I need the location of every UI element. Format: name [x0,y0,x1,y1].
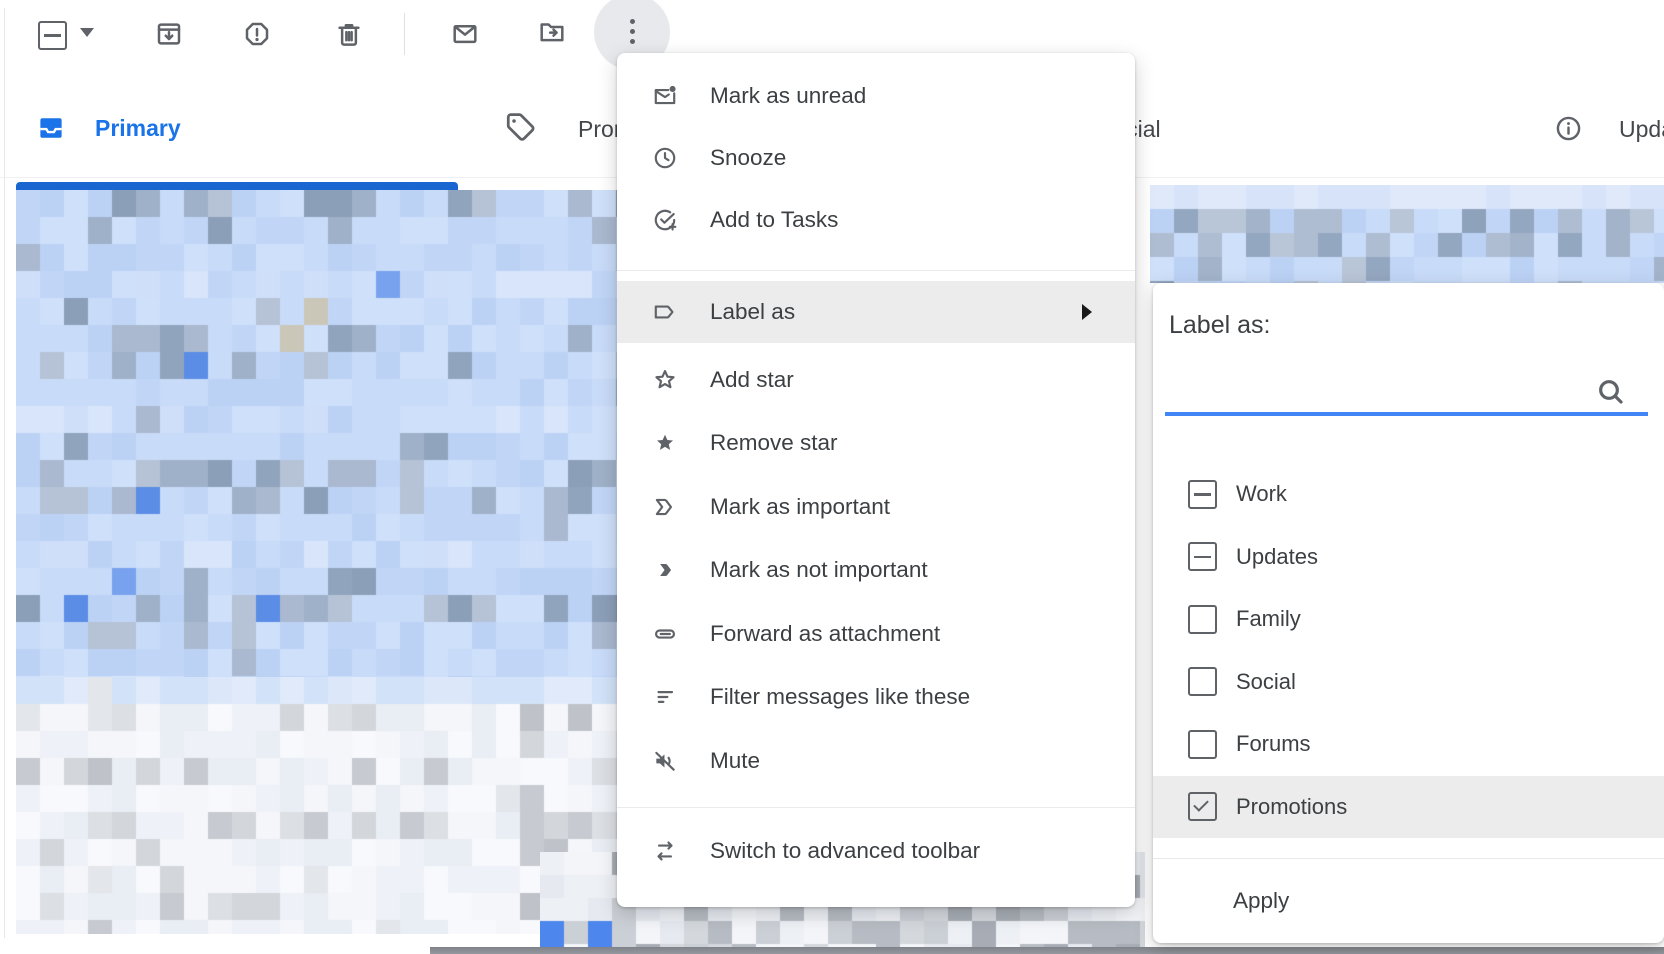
menu-item-label: Mute [710,748,760,774]
add-to-tasks-icon [652,207,678,233]
email-list-right-mosaic [1150,185,1664,283]
gmail-window: Primary Promotions Social Updates Mark a… [0,0,1664,954]
menu-item-mark-as-not-important[interactable]: Mark as not important [617,539,1135,603]
label-tag-icon [652,299,678,325]
checkbox-unchecked-icon[interactable] [1188,605,1217,634]
menu-item-label: Add star [710,367,794,393]
search-underline [1165,412,1648,416]
label-option-social[interactable]: Social [1153,651,1664,714]
filter-icon [652,684,678,710]
menu-divider [617,807,1135,808]
menu-divider [617,270,1135,271]
move-to-button[interactable] [537,17,567,47]
label-as-submenu: Label as: Work Updates Family Social Forums P… [1153,283,1664,943]
email-list-selected-mosaic [16,190,617,677]
delete-button[interactable] [334,19,364,49]
label-option-name: Family [1236,606,1301,632]
trash-icon [334,19,364,49]
label-search-input[interactable] [1167,371,1601,413]
menu-item-remove-star[interactable]: Remove star [617,412,1135,476]
primary-inbox-icon [37,114,65,142]
menu-item-filter-messages-like-these[interactable]: Filter messages like these [617,666,1135,730]
menu-item-label: Forward as attachment [710,621,940,647]
bottom-edge-strip [430,947,1664,954]
mute-icon [652,748,678,774]
label-option-family[interactable]: Family [1153,588,1664,651]
label-option-name: Social [1236,669,1296,695]
menu-item-label: Label as [710,299,795,325]
menu-item-add-to-tasks[interactable]: Add to Tasks [617,189,1135,251]
report-spam-button[interactable] [242,19,272,49]
info-icon [1554,114,1583,143]
tab-primary-icon-wrap [37,114,65,142]
folder-move-icon [537,17,567,47]
tab-updates-label: Updates [1619,116,1664,142]
search-icon [1595,376,1627,408]
select-dropdown-button[interactable] [80,28,94,37]
menu-item-label: Switch to advanced toolbar [710,838,980,864]
email-list-mosaic [16,677,617,934]
tab-promotions[interactable] [504,111,537,144]
star-filled-icon [652,430,678,456]
caret-down-icon [80,28,94,37]
checkbox-indeterminate-icon[interactable] [1188,480,1217,509]
menu-item-forward-as-attachment[interactable]: Forward as attachment [617,602,1135,666]
apply-label: Apply [1233,888,1289,914]
promotions-tag-icon [504,111,537,144]
archive-icon [154,19,184,49]
label-option-name: Updates [1236,544,1318,570]
submenu-title: Label as: [1169,311,1270,340]
tab-primary-label: Primary [95,115,181,141]
label-option-work[interactable]: Work [1153,463,1664,526]
archive-button[interactable] [154,19,184,49]
menu-item-mute[interactable]: Mute [617,729,1135,793]
menu-item-switch-to-advanced-toolbar[interactable]: Switch to advanced toolbar [617,820,1135,882]
label-search-button[interactable] [1595,376,1627,408]
report-spam-icon [242,19,272,49]
menu-item-label: Mark as unread [710,83,866,109]
label-option-forums[interactable]: Forums [1153,713,1664,776]
tab-primary-indicator [16,182,458,190]
menu-item-label: Remove star [710,430,838,456]
envelope-icon [450,19,480,49]
snooze-clock-icon [652,145,678,171]
context-menu: Mark as unread Snooze Add to Tasks Label as… [617,53,1135,907]
important-filled-icon [652,557,678,583]
toolbar-divider [404,13,405,55]
checkbox-unchecked-icon[interactable] [1188,667,1217,696]
menu-item-mark-as-unread[interactable]: Mark as unread [617,65,1135,127]
attachment-icon [652,621,678,647]
menu-item-label: Mark as not important [710,557,928,583]
important-outline-icon [652,494,678,520]
mark-unread-icon [652,83,678,109]
checkbox-checked-icon[interactable] [1188,792,1217,821]
switch-arrows-icon [652,838,678,864]
select-checkbox-icon[interactable] [38,21,67,50]
apply-button[interactable]: Apply [1153,859,1664,943]
label-option-promotions[interactable]: Promotions [1153,776,1664,839]
mark-as-read-button[interactable] [450,19,480,49]
select-all-button[interactable] [38,21,67,50]
star-outline-icon [652,367,678,393]
menu-item-add-star[interactable]: Add star [617,348,1135,412]
menu-item-snooze[interactable]: Snooze [617,127,1135,189]
menu-item-label: Filter messages like these [710,684,970,710]
menu-item-mark-as-important[interactable]: Mark as important [617,475,1135,539]
submenu-arrow-icon [1082,304,1092,320]
menu-item-label: Add to Tasks [710,207,838,233]
label-option-updates[interactable]: Updates [1153,526,1664,589]
tab-updates[interactable]: Updates [1619,116,1664,143]
label-option-name: Forums [1236,731,1311,757]
checkbox-unchecked-icon[interactable] [1188,730,1217,759]
menu-item-label-as[interactable]: Label as [617,281,1135,343]
label-list: Work Updates Family Social Forums Promotions [1153,463,1664,838]
left-edge-divider [4,8,5,938]
checkbox-indeterminate-icon[interactable] [1188,542,1217,571]
menu-item-label: Mark as important [710,494,890,520]
label-option-name: Work [1236,481,1287,507]
menu-item-label: Snooze [710,145,786,171]
tab-primary[interactable]: Primary [95,115,181,142]
label-option-name: Promotions [1236,794,1347,820]
updates-info-icon-wrap[interactable] [1554,114,1583,143]
